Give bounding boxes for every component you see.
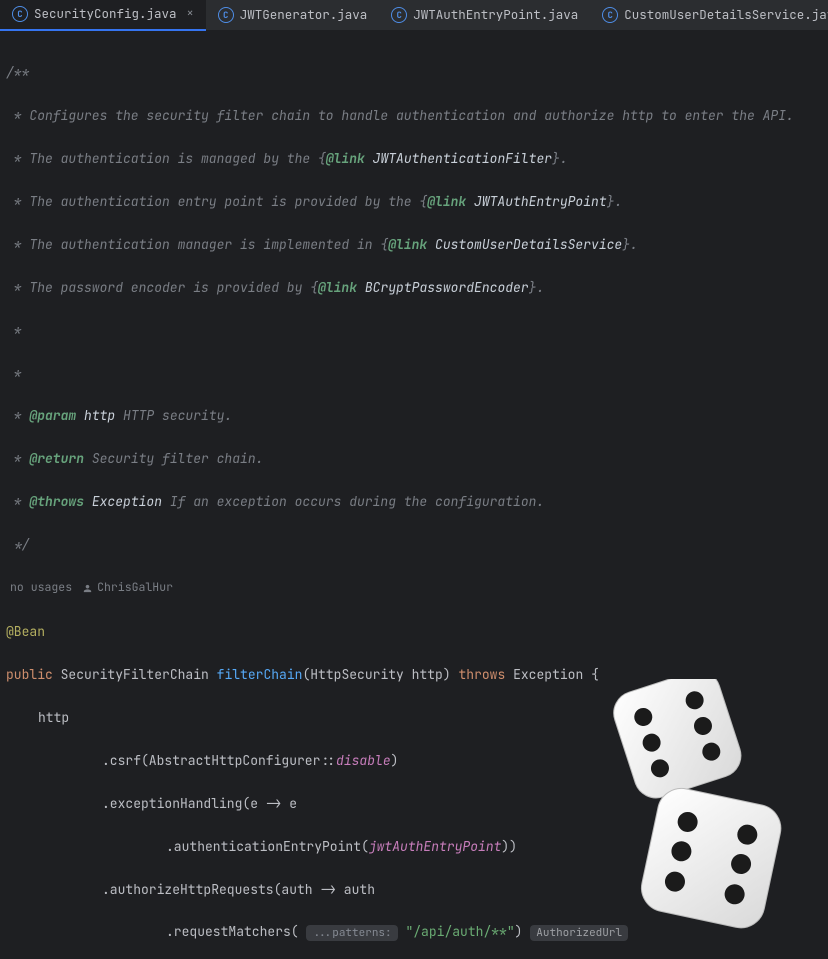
javadoc-line: * (6, 322, 22, 339)
javadoc-line: * (6, 365, 22, 382)
code-line: .requestMatchers( ...patterns: "/api/aut… (6, 921, 822, 942)
inlay-usages[interactable]: no usagesChrisGalHur (6, 577, 822, 600)
code-line: .authenticationEntryPoint(jwtAuthEntryPo… (6, 836, 822, 857)
javadoc-line: * The authentication entry point is prov… (6, 191, 822, 212)
class-icon: C (218, 7, 234, 23)
code-line: .csrf(AbstractHttpConfigurer::disable) (6, 750, 822, 771)
tab-customuserdetails[interactable]: C CustomUserDetailsService.java (590, 0, 828, 30)
code-line: .authorizeHttpRequests(auth -> auth (6, 879, 822, 900)
tab-label: JWTAuthEntryPoint.java (413, 5, 578, 26)
code-line: http (6, 707, 822, 728)
tab-label: CustomUserDetailsService.java (624, 5, 828, 26)
javadoc-throws: * @throws Exception If an exception occu… (6, 491, 822, 512)
annotation: @Bean (6, 623, 45, 640)
javadoc-close: */ (6, 536, 29, 553)
javadoc-line: * The authentication is managed by the {… (6, 148, 822, 169)
javadoc-return: * @return Security filter chain. (6, 448, 822, 469)
javadoc-line: * The authentication manager is implemen… (6, 234, 822, 255)
javadoc-line: * Configures the security filter chain t… (6, 107, 794, 124)
code-editor[interactable]: /** * Configures the security filter cha… (0, 31, 828, 959)
javadoc-param: * @param http HTTP security. (6, 405, 822, 426)
tab-label: SecurityConfig.java (34, 4, 177, 25)
person-icon (82, 583, 93, 594)
close-icon[interactable]: × (187, 4, 194, 24)
tab-jwtauthentrypoint[interactable]: C JWTAuthEntryPoint.java (379, 0, 590, 30)
author-badge[interactable]: ChrisGalHur (82, 579, 173, 598)
javadoc-open: /** (6, 64, 29, 81)
editor-tabs: C SecurityConfig.java × C JWTGenerator.j… (0, 0, 828, 31)
param-hint: ...patterns: (306, 925, 397, 941)
tab-label: JWTGenerator.java (240, 5, 368, 26)
tab-securityconfig[interactable]: C SecurityConfig.java × (0, 0, 206, 31)
class-icon: C (12, 6, 28, 22)
tab-jwtgenerator[interactable]: C JWTGenerator.java (206, 0, 380, 30)
code-line: .exceptionHandling(e -> e (6, 793, 822, 814)
class-icon: C (391, 7, 407, 23)
type-hint: AuthorizedUrl (530, 925, 628, 941)
class-icon: C (602, 7, 618, 23)
method-signature: public SecurityFilterChain filterChain(H… (6, 664, 822, 685)
javadoc-line: * The password encoder is provided by {@… (6, 277, 822, 298)
